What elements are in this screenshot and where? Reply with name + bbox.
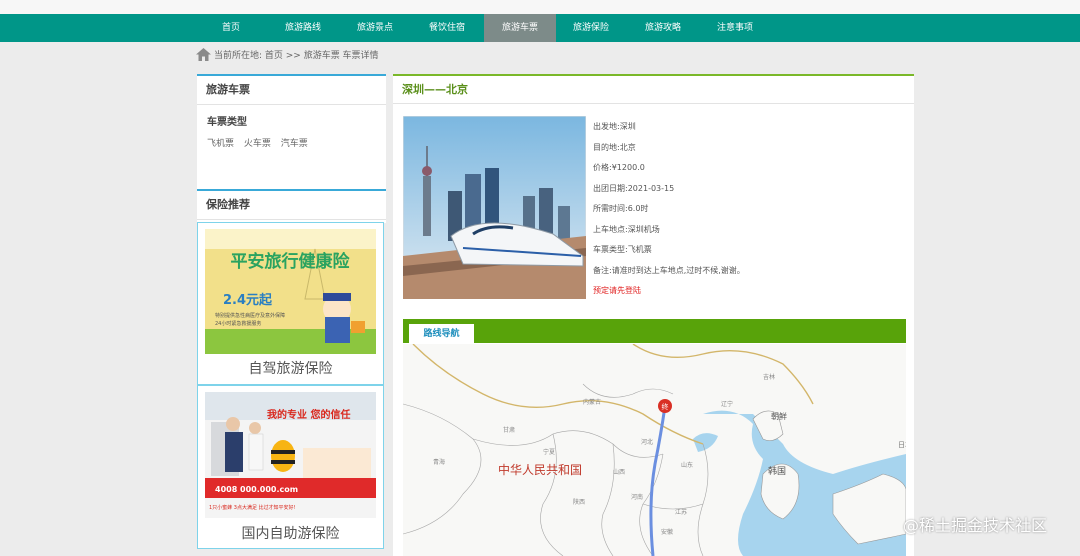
- route-title: 深圳——北京: [393, 76, 914, 104]
- nav-item-sights[interactable]: 旅游景点: [339, 14, 411, 42]
- banner-line2: 24小时紧急救援服务: [215, 320, 261, 327]
- svg-text:韩国: 韩国: [768, 465, 786, 477]
- home-icon: [196, 48, 211, 61]
- insurance-sidebar: 保险推荐: [197, 189, 386, 223]
- main-nav: 首页 旅游路线 旅游景点 餐饮住宿 旅游车票 旅游保险 旅游攻略 注意事项: [0, 14, 1080, 42]
- ticket-detail-panel: 深圳——北京 出发地:深圳 目的地:北京 价格:¥1200.0 出团日期:202…: [393, 74, 914, 556]
- ticket-type-label: 车票类型: [207, 117, 247, 128]
- svg-text:山东: 山东: [681, 461, 693, 469]
- svg-text:终: 终: [662, 402, 669, 411]
- nav-item-notices[interactable]: 注意事项: [699, 14, 771, 42]
- insurance-card-selfdrive[interactable]: 平安旅行健康险 2.4元起 特别提供急性病医疗及意外保障 24小时紧急救援服务 …: [197, 222, 384, 385]
- map-canvas: 终 中华人民共和国 韩国 朝鲜 日本 辽宁 吉林 山东 河北 山西 河南 江苏 …: [403, 344, 906, 556]
- info-duration: 所需时间:6.0时: [593, 204, 649, 213]
- info-price: 价格:¥1200.0: [593, 163, 645, 172]
- svg-text:安徽: 安徽: [661, 528, 673, 536]
- svg-text:青海: 青海: [433, 458, 445, 466]
- ticket-type-links: 飞机票 火车票 汽车票: [197, 128, 386, 149]
- banner-title: 平安旅行健康险: [231, 251, 351, 272]
- ticket-type-plane[interactable]: 飞机票: [207, 139, 234, 149]
- ticket-sidebar: 旅游车票 车票类型 飞机票 火车票 汽车票: [197, 74, 386, 189]
- nav-item-guides[interactable]: 旅游攻略: [627, 14, 699, 42]
- info-date: 出团日期:2021-03-15: [593, 183, 675, 193]
- breadcrumb-text: 当前所在地: 首页 >> 旅游车票 车票详情: [214, 51, 379, 61]
- svg-text:河南: 河南: [631, 493, 643, 501]
- top-strip: [0, 0, 1080, 15]
- svg-text:江苏: 江苏: [675, 508, 687, 516]
- nav-item-insurance[interactable]: 旅游保险: [555, 14, 627, 42]
- svg-text:内蒙古: 内蒙古: [583, 398, 601, 406]
- nav-item-dining[interactable]: 餐饮住宿: [411, 14, 483, 42]
- svg-text:河北: 河北: [641, 438, 653, 446]
- ticket-type-bus[interactable]: 汽车票: [281, 139, 308, 149]
- banner-slogan: 我的专业 您的信任: [267, 408, 350, 421]
- route-photo: [403, 116, 586, 299]
- svg-text:吉林: 吉林: [763, 373, 775, 381]
- info-destination: 目的地:北京: [593, 142, 636, 152]
- route-info: 出发地:深圳 目的地:北京 价格:¥1200.0 出团日期:2021-03-15…: [593, 117, 745, 302]
- insurance-caption-selfdrive[interactable]: 自驾旅游保险: [198, 358, 383, 378]
- map-label-china: 中华人民共和国: [498, 462, 582, 477]
- banner-price: 2.4元起: [223, 292, 273, 308]
- route-nav-bar: 路线导航: [403, 319, 906, 344]
- route-map[interactable]: 终 中华人民共和国 韩国 朝鲜 日本 辽宁 吉林 山东 河北 山西 河南 江苏 …: [403, 344, 906, 556]
- banner-tag: 1只小蜜蜂 3点大满足 比过才知平安好!: [209, 504, 296, 511]
- nav-item-home[interactable]: 首页: [195, 14, 267, 42]
- insurance-card-domestic[interactable]: 我的专业 您的信任 4008 000.000.com 1只小蜜蜂 3点大满足 比…: [197, 385, 384, 549]
- svg-text:宁夏: 宁夏: [543, 448, 555, 456]
- banner-line1: 特别提供急性病医疗及意外保障: [215, 312, 285, 319]
- info-ticket-type: 车票类型:飞机票: [593, 245, 652, 254]
- insurance-banner-image-2: 我的专业 您的信任 4008 000.000.com 1只小蜜蜂 3点大满足 比…: [205, 392, 376, 518]
- svg-text:陕西: 陕西: [573, 498, 585, 506]
- info-remark: 备注:请准时到达上车地点,过时不候,谢谢。: [593, 265, 745, 275]
- ticket-sidebar-title: 旅游车票: [197, 76, 386, 105]
- info-departure: 出发地:深圳: [593, 122, 636, 131]
- svg-text:朝鲜: 朝鲜: [771, 411, 787, 421]
- insurance-caption-domestic[interactable]: 国内自助游保险: [198, 523, 383, 543]
- info-boarding: 上车地点:深圳机场: [593, 224, 660, 234]
- banner-phone: 4008 000.000.com: [215, 485, 298, 494]
- insurance-sidebar-title: 保险推荐: [197, 191, 386, 220]
- route-nav-tab[interactable]: 路线导航: [409, 324, 474, 344]
- svg-text:甘肃: 甘肃: [503, 426, 515, 434]
- insurance-banner-image: 平安旅行健康险 2.4元起 特别提供急性病医疗及意外保障 24小时紧急救援服务: [205, 229, 376, 354]
- svg-text:日本: 日本: [898, 440, 906, 449]
- watermark: @稀土掘金技术社区: [903, 516, 1048, 535]
- svg-text:山西: 山西: [613, 468, 625, 476]
- breadcrumb: 当前所在地: 首页 >> 旅游车票 车票详情: [196, 48, 379, 64]
- nav-item-routes[interactable]: 旅游路线: [267, 14, 339, 42]
- svg-text:辽宁: 辽宁: [721, 400, 733, 408]
- login-hint-link[interactable]: 预定请先登陆: [593, 281, 745, 302]
- nav-item-tickets[interactable]: 旅游车票: [484, 14, 556, 42]
- ticket-type-train[interactable]: 火车票: [244, 139, 271, 149]
